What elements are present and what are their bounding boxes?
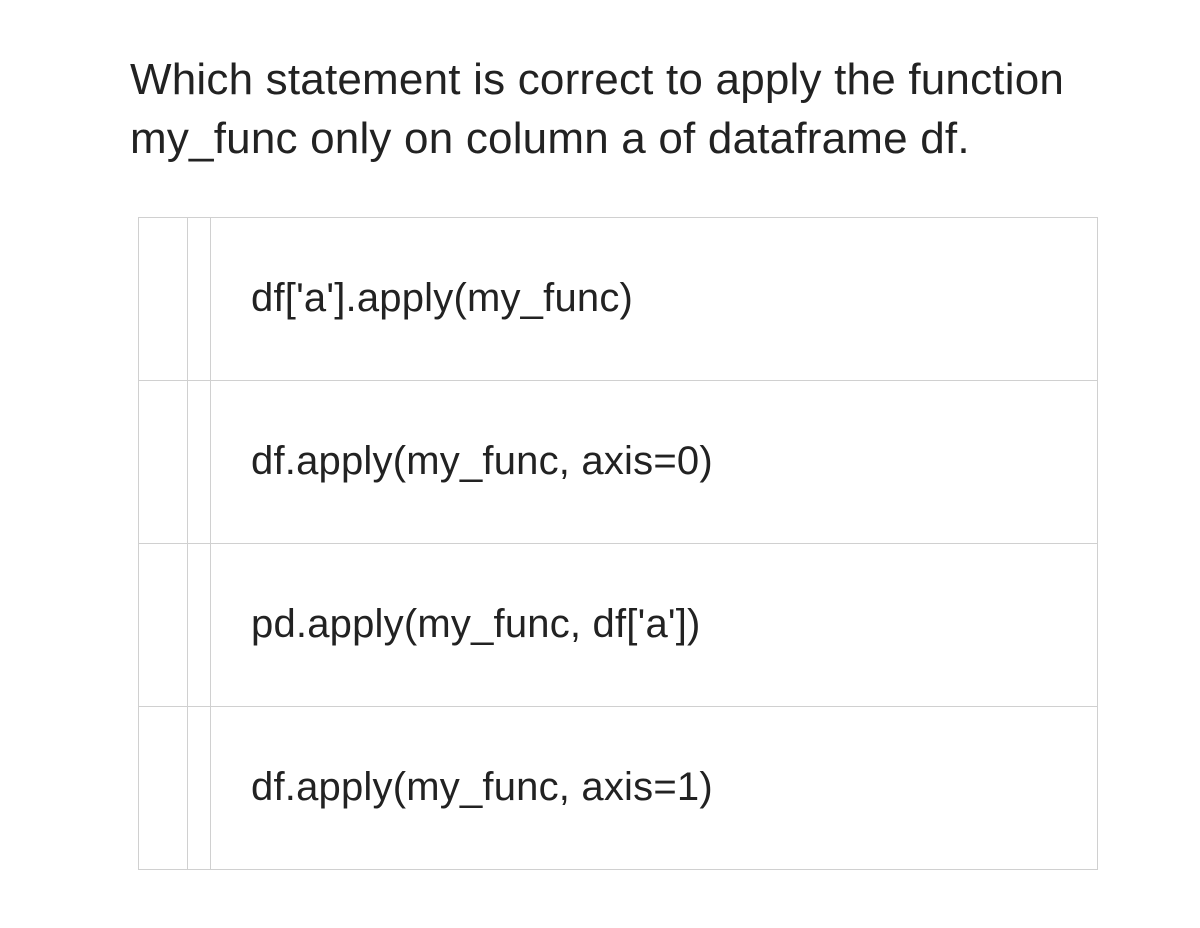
option-drag-handle[interactable] (139, 217, 188, 380)
option-text[interactable]: df.apply(my_func, axis=1) (211, 706, 1098, 869)
option-drag-handle[interactable] (139, 380, 188, 543)
option-text[interactable]: pd.apply(my_func, df['a']) (211, 543, 1098, 706)
option-gap (188, 380, 211, 543)
option-text[interactable]: df['a'].apply(my_func) (211, 217, 1098, 380)
option-row[interactable]: df.apply(my_func, axis=0) (139, 380, 1098, 543)
option-drag-handle[interactable] (139, 706, 188, 869)
option-row[interactable]: df['a'].apply(my_func) (139, 217, 1098, 380)
option-text[interactable]: df.apply(my_func, axis=0) (211, 380, 1098, 543)
quiz-page: Which statement is correct to apply the … (0, 0, 1200, 870)
option-row[interactable]: df.apply(my_func, axis=1) (139, 706, 1098, 869)
option-row[interactable]: pd.apply(my_func, df['a']) (139, 543, 1098, 706)
option-gap (188, 217, 211, 380)
option-gap (188, 543, 211, 706)
option-gap (188, 706, 211, 869)
options-table: df['a'].apply(my_func) df.apply(my_func,… (138, 217, 1098, 870)
question-text: Which statement is correct to apply the … (130, 50, 1080, 169)
option-drag-handle[interactable] (139, 543, 188, 706)
